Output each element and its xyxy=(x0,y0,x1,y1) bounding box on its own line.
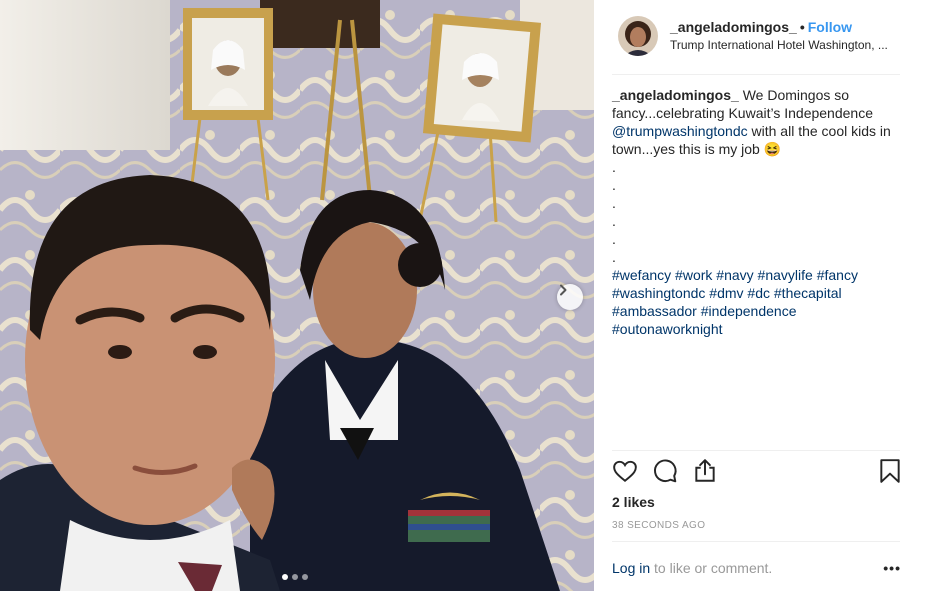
login-prompt: Log in to like or comment. xyxy=(612,560,902,576)
caption-dot: . xyxy=(612,213,616,229)
location-link[interactable]: Trump International Hotel Washington, ..… xyxy=(670,36,906,54)
follow-button[interactable]: Follow xyxy=(808,19,852,35)
post-photo[interactable] xyxy=(0,0,594,591)
share-button[interactable] xyxy=(692,458,718,489)
avatar[interactable] xyxy=(618,16,658,56)
mention-link[interactable]: @trumpwashingtondc xyxy=(612,123,748,139)
header-divider xyxy=(612,74,900,75)
caption-dot: . xyxy=(612,195,616,211)
separator-dot: • xyxy=(799,19,805,35)
actions-divider xyxy=(612,450,900,451)
hashtag-link[interactable]: #thecapital xyxy=(774,285,842,301)
hashtag-link[interactable]: #dc xyxy=(747,285,770,301)
chevron-right-icon xyxy=(560,284,567,296)
heart-icon xyxy=(613,460,637,482)
footer-divider xyxy=(612,541,900,542)
instagram-post: _angeladomingos_ • Follow Trump Internatio… xyxy=(0,0,925,591)
hashtag-link[interactable]: #work xyxy=(675,267,712,283)
comment-icon xyxy=(654,459,677,483)
hashtag-link[interactable]: #navy xyxy=(716,267,753,283)
hashtag-link[interactable]: #ambassador xyxy=(612,303,697,319)
save-button[interactable] xyxy=(878,458,902,489)
post-caption: _angeladomingos_ We Domingos so fancy...… xyxy=(612,86,902,338)
action-bar xyxy=(612,458,906,488)
carousel-indicator xyxy=(282,574,308,580)
caption-dot: . xyxy=(612,177,616,193)
caption-dot: . xyxy=(612,249,616,265)
comment-button[interactable] xyxy=(652,458,678,489)
carousel-dot xyxy=(292,574,298,580)
likes-count[interactable]: 2 likes xyxy=(612,494,655,510)
hashtag-link[interactable]: #washingtondc xyxy=(612,285,705,301)
username-link[interactable]: _angeladomingos_ xyxy=(670,19,797,35)
user-row: _angeladomingos_ • Follow xyxy=(670,18,906,36)
hashtag-link[interactable]: #wefancy xyxy=(612,267,671,283)
photo-illustration xyxy=(0,0,594,591)
bookmark-icon xyxy=(880,459,900,483)
carousel-dot-active xyxy=(282,574,288,580)
hashtag-link[interactable]: #fancy xyxy=(817,267,858,283)
hashtag-list: #wefancy #work #navy #navylife #fancy #w… xyxy=(612,266,902,338)
hashtag-link[interactable]: #dmv xyxy=(709,285,743,301)
caption-dot: . xyxy=(612,159,616,175)
more-options-icon[interactable]: ••• xyxy=(883,560,901,576)
hashtag-link[interactable]: #navylife xyxy=(758,267,813,283)
like-button[interactable] xyxy=(612,458,638,489)
share-icon xyxy=(695,459,715,482)
hashtag-link[interactable]: #outonaworknight xyxy=(612,321,723,337)
carousel-dot xyxy=(302,574,308,580)
post-timestamp[interactable]: 38 SECONDS AGO xyxy=(612,520,705,531)
post-header: _angeladomingos_ • Follow Trump Internatio… xyxy=(618,14,906,58)
caption-username-link[interactable]: _angeladomingos_ xyxy=(612,87,739,103)
avatar-image xyxy=(618,16,658,56)
caption-dot: . xyxy=(612,231,616,247)
hashtag-link[interactable]: #independence xyxy=(701,303,797,319)
login-link[interactable]: Log in xyxy=(612,560,650,576)
header-text: _angeladomingos_ • Follow Trump Internatio… xyxy=(670,18,906,54)
login-prompt-text: to like or comment. xyxy=(650,560,773,576)
post-sidebar: _angeladomingos_ • Follow Trump Internatio… xyxy=(594,0,925,591)
carousel-next-button[interactable] xyxy=(557,284,583,310)
